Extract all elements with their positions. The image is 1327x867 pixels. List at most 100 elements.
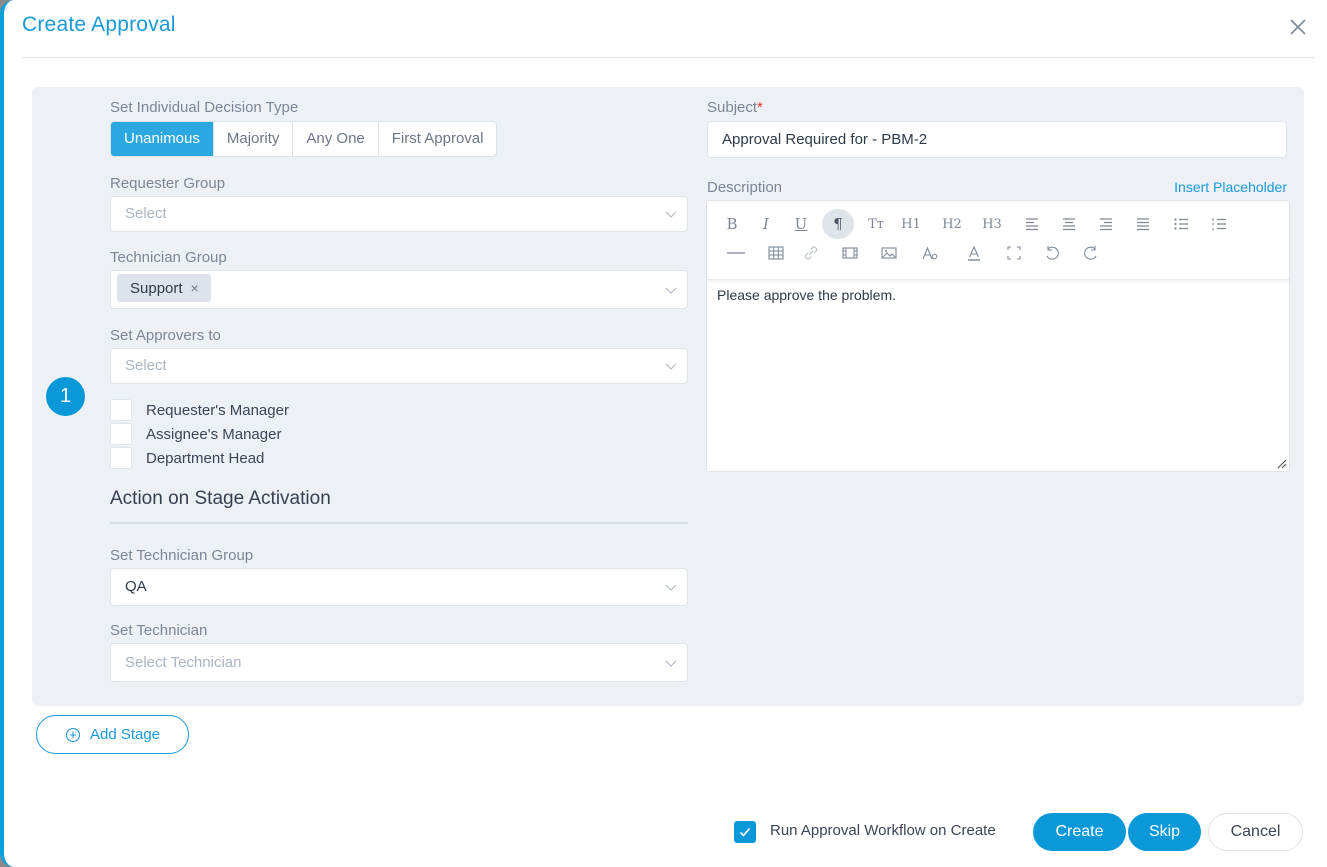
fullscreen-button[interactable] (999, 239, 1029, 267)
checkbox-department-head[interactable]: Department Head (110, 447, 264, 469)
tag-label: Support (130, 280, 183, 297)
text-size-button[interactable]: Tт (861, 210, 891, 238)
checkmark-icon (739, 827, 751, 837)
undo-button[interactable] (1037, 239, 1067, 267)
subject-label-text: Subject (707, 99, 758, 116)
underline-button[interactable]: U (786, 210, 816, 238)
chevron-down-icon (665, 211, 677, 218)
bold-button[interactable]: B (717, 210, 747, 238)
align-right-button[interactable] (1091, 210, 1121, 238)
decision-type-segmented-control: Unanimous Majority Any One First Approva… (110, 121, 498, 157)
requester-group-select[interactable]: Select (110, 196, 688, 232)
decision-type-label: Set Individual Decision Type (110, 99, 299, 116)
subject-input[interactable]: Approval Required for - PBM-2 (707, 121, 1287, 158)
checkbox-label: Requester's Manager (146, 401, 289, 419)
set-technician-label: Set Technician (110, 622, 208, 639)
paragraph-icon: ¶ (833, 215, 843, 233)
set-technician-select[interactable]: Select Technician (110, 643, 688, 682)
table-icon (768, 246, 784, 260)
dialog-header: Create Approval (22, 0, 1315, 58)
chevron-down-icon (665, 363, 677, 370)
run-workflow-checkbox[interactable] (734, 821, 756, 843)
stage-number-badge: 1 (46, 377, 85, 416)
horizontal-rule-icon (727, 252, 745, 254)
heading-2-button[interactable]: H2 (937, 210, 967, 238)
decision-option-any-one[interactable]: Any One (292, 122, 377, 156)
bullet-list-button[interactable] (1166, 210, 1196, 238)
italic-icon: I (763, 215, 769, 233)
set-technician-group-label: Set Technician Group (110, 547, 254, 564)
text-size-icon: Tт (868, 216, 884, 232)
font-style-button[interactable] (915, 239, 945, 267)
redo-button[interactable] (1076, 239, 1106, 267)
checkbox[interactable] (110, 423, 132, 445)
resize-handle-icon[interactable] (1277, 459, 1287, 469)
align-left-button[interactable] (1017, 210, 1047, 238)
dialog-title: Create Approval (22, 13, 176, 36)
set-approvers-select[interactable]: Select (110, 348, 688, 384)
heading-3-button[interactable]: H3 (977, 210, 1007, 238)
italic-button[interactable]: I (751, 210, 781, 238)
redo-icon (1084, 246, 1097, 260)
undo-icon (1046, 246, 1059, 260)
chevron-down-icon (665, 287, 677, 294)
tag-remove-icon[interactable]: × (191, 280, 199, 296)
heading-1-button[interactable]: H1 (896, 210, 926, 238)
decision-option-majority[interactable]: Majority (212, 122, 293, 156)
chevron-down-icon (665, 584, 677, 591)
run-workflow-label: Run Approval Workflow on Create (770, 822, 996, 839)
approval-stage: 1 Set Individual Decision Type Unanimous… (32, 87, 1304, 706)
chevron-down-icon (665, 660, 677, 667)
requester-group-placeholder: Select (125, 205, 167, 222)
text-color-button[interactable] (959, 239, 989, 267)
align-right-icon (1100, 218, 1112, 231)
editor-toolbar: B I U ¶ Tт H1 H2 H3 (707, 201, 1289, 280)
link-button[interactable] (796, 239, 826, 267)
description-editor[interactable]: B I U ¶ Tт H1 H2 H3 Please approve the p… (706, 200, 1290, 472)
checkbox-label: Assignee's Manager (146, 425, 282, 443)
checkbox-label: Department Head (146, 449, 265, 467)
description-label: Description (707, 179, 783, 196)
heading-2-icon: H2 (942, 216, 962, 232)
fullscreen-icon (1007, 246, 1021, 260)
numbered-list-icon (1212, 218, 1226, 231)
checkbox[interactable] (110, 447, 132, 469)
decision-option-first-approval[interactable]: First Approval (377, 122, 497, 156)
bullet-list-icon (1174, 218, 1188, 230)
create-button[interactable]: Create (1033, 813, 1126, 851)
link-icon (804, 246, 818, 260)
text-color-icon (968, 245, 980, 261)
heading-1-icon: H1 (901, 216, 921, 232)
add-stage-label: Add Stage (89, 726, 161, 743)
description-content[interactable]: Please approve the problem. (717, 287, 896, 303)
image-icon (881, 247, 897, 259)
decision-option-unanimous[interactable]: Unanimous (111, 122, 213, 156)
requester-group-label: Requester Group (110, 175, 226, 192)
set-technician-placeholder: Select Technician (125, 654, 242, 671)
checkbox[interactable] (110, 399, 132, 421)
close-button[interactable] (1287, 16, 1309, 38)
numbered-list-button[interactable] (1204, 210, 1234, 238)
add-stage-button[interactable]: Add Stage (36, 715, 189, 754)
align-justify-button[interactable] (1128, 210, 1158, 238)
close-icon (1290, 19, 1306, 35)
table-button[interactable] (761, 239, 791, 267)
technician-group-label: Technician Group (110, 249, 227, 266)
cancel-button[interactable]: Cancel (1208, 813, 1303, 851)
set-technician-group-value: QA (125, 578, 147, 595)
paragraph-button[interactable]: ¶ (822, 209, 854, 239)
checkbox-assignees-manager[interactable]: Assignee's Manager (110, 423, 281, 445)
create-approval-dialog: Create Approval 1 Set Individual Decisio… (0, 0, 1327, 867)
horizontal-rule-button[interactable] (721, 239, 751, 267)
align-center-icon (1063, 218, 1075, 231)
technician-group-select[interactable]: Support × (110, 270, 688, 309)
font-style-icon (922, 246, 938, 260)
align-left-icon (1026, 218, 1038, 231)
skip-button[interactable]: Skip (1128, 813, 1201, 851)
video-button[interactable] (835, 239, 865, 267)
image-button[interactable] (874, 239, 904, 267)
insert-placeholder-link[interactable]: Insert Placeholder (1174, 179, 1287, 195)
align-center-button[interactable] (1054, 210, 1084, 238)
set-technician-group-select[interactable]: QA (110, 568, 688, 606)
checkbox-requesters-manager[interactable]: Requester's Manager (110, 399, 289, 421)
